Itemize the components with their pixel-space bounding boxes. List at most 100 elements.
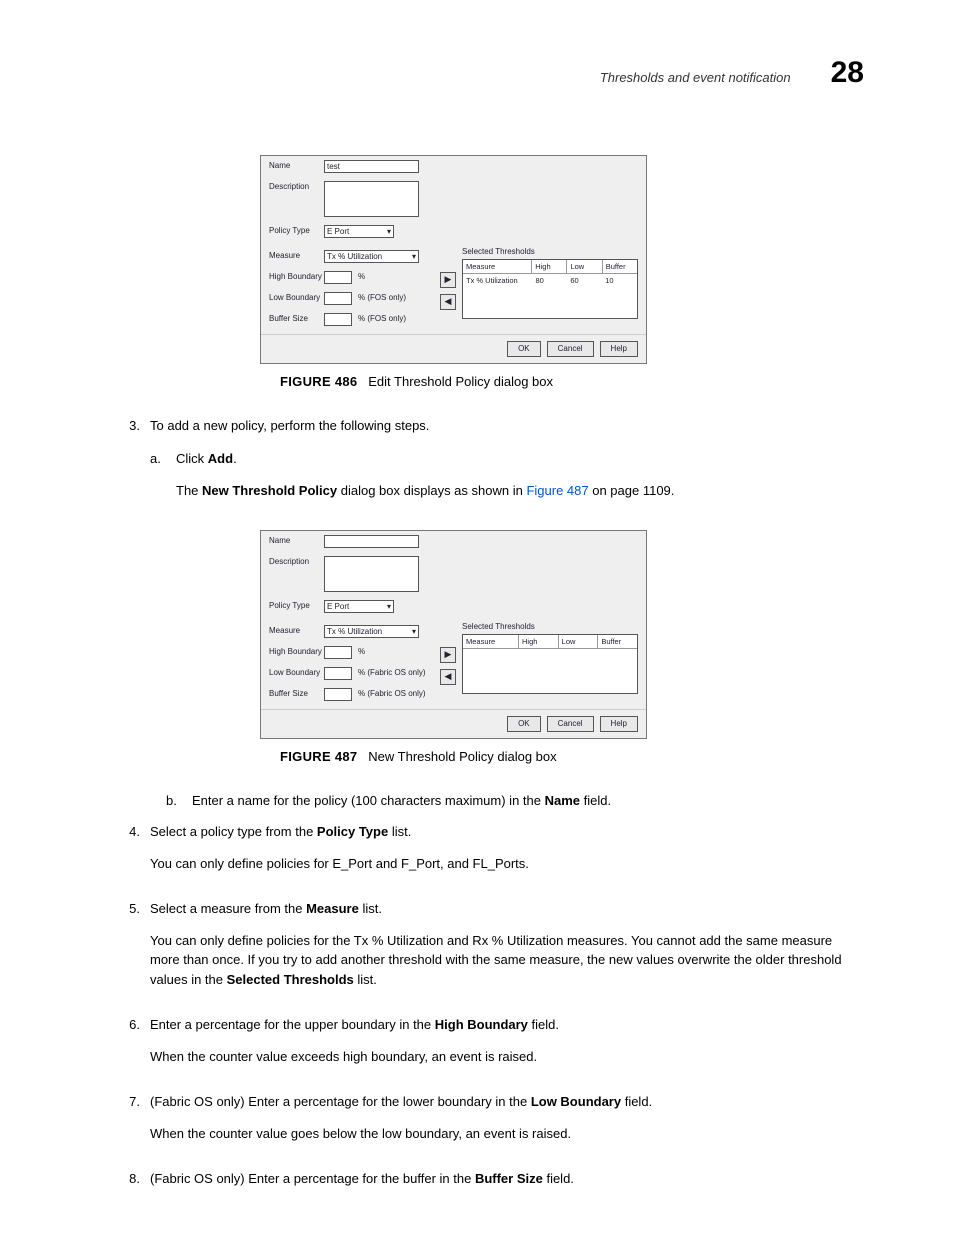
buf-field[interactable]: [324, 313, 352, 326]
running-header: Thresholds and event notification 28: [110, 50, 864, 95]
selected-table: Measure High Low Buffer: [462, 634, 638, 694]
row-measure: Tx % Utilization: [463, 274, 532, 287]
ptype-label: Policy Type: [269, 600, 324, 612]
low-unit: % (Fabric OS only): [358, 667, 426, 679]
step-number: 4.: [110, 822, 150, 885]
s3a-sent-mid: dialog box displays as shown in: [337, 483, 526, 498]
name-field[interactable]: [324, 535, 419, 548]
help-button[interactable]: Help: [600, 716, 638, 732]
lowb-label: Low Boundary: [269, 292, 324, 304]
s3a-sent-end: on page 1109.: [589, 483, 675, 498]
selected-table: Measure High Low Buffer Tx % Utilization…: [462, 259, 638, 319]
highb-label: High Boundary: [269, 271, 324, 283]
fig486-text: Edit Threshold Policy dialog box: [368, 374, 553, 389]
col-buffer: Buffer: [598, 635, 637, 648]
lowb-label: Low Boundary: [269, 667, 324, 679]
fig487-label: FIGURE 487: [280, 749, 357, 764]
measure-select[interactable]: Tx % Utilization: [324, 625, 419, 638]
desc-label: Description: [269, 556, 324, 568]
s3a-sent-pre: The: [176, 483, 202, 498]
s4-bold: Policy Type: [317, 824, 388, 839]
substep-letter: a.: [150, 449, 176, 512]
figure-487-link[interactable]: Figure 487: [526, 483, 588, 498]
ptype-label: Policy Type: [269, 225, 324, 237]
add-arrow-icon[interactable]: ▶: [440, 647, 456, 663]
step-number: 5.: [110, 899, 150, 1001]
s6-post: field.: [528, 1017, 559, 1032]
fig486-caption: FIGURE 486 Edit Threshold Policy dialog …: [280, 372, 864, 392]
buf-label: Buffer Size: [269, 313, 324, 325]
selected-header: Selected Thresholds: [462, 246, 638, 258]
s5-para-bold: Selected Thresholds: [227, 972, 354, 987]
s4-pre: Select a policy type from the: [150, 824, 317, 839]
s8-pre: (Fabric OS only) Enter a percentage for …: [150, 1171, 475, 1186]
substep-letter: b.: [166, 791, 192, 811]
lowb-field[interactable]: [324, 667, 352, 680]
buf-label: Buffer Size: [269, 688, 324, 700]
high-unit: %: [358, 271, 365, 283]
cancel-button[interactable]: Cancel: [547, 341, 594, 357]
low-unit: % (FOS only): [358, 292, 406, 304]
step-number: 3.: [110, 416, 150, 517]
lowb-field[interactable]: [324, 292, 352, 305]
col-high: High: [519, 635, 559, 648]
measure-label: Measure: [269, 625, 324, 637]
policy-type-select[interactable]: E Port: [324, 225, 394, 238]
remove-arrow-icon[interactable]: ◀: [440, 294, 456, 310]
section-title: Thresholds and event notification: [600, 68, 791, 88]
s8-bold: Buffer Size: [475, 1171, 543, 1186]
col-buffer: Buffer: [603, 260, 637, 273]
s8-post: field.: [543, 1171, 574, 1186]
s7-pre: (Fabric OS only) Enter a percentage for …: [150, 1094, 531, 1109]
chapter-number: 28: [831, 50, 864, 95]
desc-field[interactable]: [324, 556, 419, 592]
fig487-dialog: Name Description Policy Type E Port Meas…: [260, 530, 647, 739]
desc-field[interactable]: [324, 181, 419, 217]
highb-field[interactable]: [324, 271, 352, 284]
s3b-bold: Name: [545, 793, 580, 808]
s3b-pre: Enter a name for the policy (100 charact…: [192, 793, 545, 808]
fig487-text: New Threshold Policy dialog box: [368, 749, 556, 764]
add-arrow-icon[interactable]: ▶: [440, 272, 456, 288]
s4-para: You can only define policies for E_Port …: [150, 854, 864, 874]
s3a-bold: Add: [208, 451, 233, 466]
row-low: 60: [567, 274, 602, 287]
policy-type-select[interactable]: E Port: [324, 600, 394, 613]
buf-field[interactable]: [324, 688, 352, 701]
row-high: 80: [532, 274, 567, 287]
s3b-post: field.: [580, 793, 611, 808]
name-field[interactable]: test: [324, 160, 419, 173]
measure-label: Measure: [269, 250, 324, 262]
step-number: 7.: [110, 1092, 150, 1155]
s7-para: When the counter value goes below the lo…: [150, 1124, 864, 1144]
cancel-button[interactable]: Cancel: [547, 716, 594, 732]
col-measure: Measure: [463, 260, 532, 273]
ok-button[interactable]: OK: [507, 716, 541, 732]
col-measure: Measure: [463, 635, 519, 648]
step-number: 8.: [110, 1169, 150, 1189]
ok-button[interactable]: OK: [507, 341, 541, 357]
step-number: 6.: [110, 1015, 150, 1078]
s4-post: list.: [388, 824, 411, 839]
selected-header: Selected Thresholds: [462, 621, 638, 633]
s3a-pre: Click: [176, 451, 208, 466]
fig487-caption: FIGURE 487 New Threshold Policy dialog b…: [280, 747, 864, 767]
s5-bold: Measure: [306, 901, 359, 916]
s3a-sent-bold: New Threshold Policy: [202, 483, 337, 498]
col-low: Low: [559, 635, 599, 648]
remove-arrow-icon[interactable]: ◀: [440, 669, 456, 685]
name-label: Name: [269, 535, 324, 547]
row-buffer: 10: [602, 274, 637, 287]
highb-field[interactable]: [324, 646, 352, 659]
help-button[interactable]: Help: [600, 341, 638, 357]
s6-bold: High Boundary: [435, 1017, 528, 1032]
measure-select[interactable]: Tx % Utilization: [324, 250, 419, 263]
col-high: High: [532, 260, 567, 273]
s7-bold: Low Boundary: [531, 1094, 621, 1109]
buf-unit: % (FOS only): [358, 313, 406, 325]
s5-para-post: list.: [354, 972, 377, 987]
s5-post: list.: [359, 901, 382, 916]
fig486-label: FIGURE 486: [280, 374, 357, 389]
s6-pre: Enter a percentage for the upper boundar…: [150, 1017, 435, 1032]
highb-label: High Boundary: [269, 646, 324, 658]
